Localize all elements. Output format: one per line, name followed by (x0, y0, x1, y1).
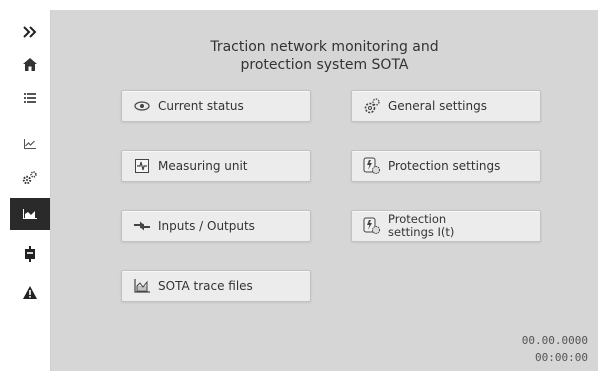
warning-icon (23, 285, 37, 299)
protection-settings-it-label-line-1: Protection (388, 212, 447, 226)
area-chart-icon (23, 209, 37, 219)
expand-sidebar-button[interactable] (10, 16, 50, 48)
arrows-in-out-icon (132, 216, 152, 236)
current-status-button[interactable]: Current status (121, 90, 311, 122)
inputs-outputs-button[interactable]: Inputs / Outputs (121, 210, 311, 242)
current-status-label: Current status (158, 99, 244, 113)
device-icon (25, 246, 35, 262)
cogs-icon (362, 96, 382, 116)
time-display: 00:00:00 (535, 351, 588, 364)
waveform-icon (132, 156, 152, 176)
list-button[interactable] (10, 82, 50, 114)
protection-settings-it-label: Protection settings I(t) (388, 213, 454, 239)
double-chevron-right-icon (23, 26, 37, 38)
sidebar (10, 10, 51, 371)
home-button[interactable] (10, 48, 50, 80)
gears-icon (22, 171, 37, 185)
trace-files-sidebar-button[interactable] (10, 198, 50, 230)
settings-button[interactable] (10, 162, 50, 194)
protection-settings-label: Protection settings (388, 159, 501, 173)
line-chart-button[interactable] (10, 128, 50, 160)
device-button[interactable] (10, 238, 50, 270)
protection-gear-icon (362, 156, 382, 176)
general-settings-button[interactable]: General settings (351, 90, 541, 122)
sota-trace-files-button[interactable]: SOTA trace files (121, 270, 311, 302)
trace-chart-icon (132, 276, 152, 296)
page-title-line-2: protection system SOTA (240, 57, 409, 73)
alarms-button[interactable] (10, 276, 50, 308)
home-icon (23, 57, 37, 71)
page-title-line-1: Traction network monitoring and (210, 39, 439, 55)
protection-settings-button[interactable]: Protection settings (351, 150, 541, 182)
line-chart-icon (24, 139, 36, 149)
inputs-outputs-label: Inputs / Outputs (158, 219, 255, 233)
general-settings-label: General settings (388, 99, 487, 113)
protection-settings-it-label-line-2: settings I(t) (388, 225, 455, 239)
sota-trace-files-label: SOTA trace files (158, 279, 253, 293)
main-panel: Traction network monitoring and protecti… (51, 10, 598, 371)
protection-timer-icon (362, 216, 382, 236)
measuring-unit-label: Measuring unit (158, 159, 248, 173)
list-icon (24, 93, 36, 103)
date-display: 00.00.0000 (521, 334, 588, 347)
eye-icon (132, 96, 152, 116)
protection-settings-it-button[interactable]: Protection settings I(t) (351, 210, 541, 242)
measuring-unit-button[interactable]: Measuring unit (121, 150, 311, 182)
